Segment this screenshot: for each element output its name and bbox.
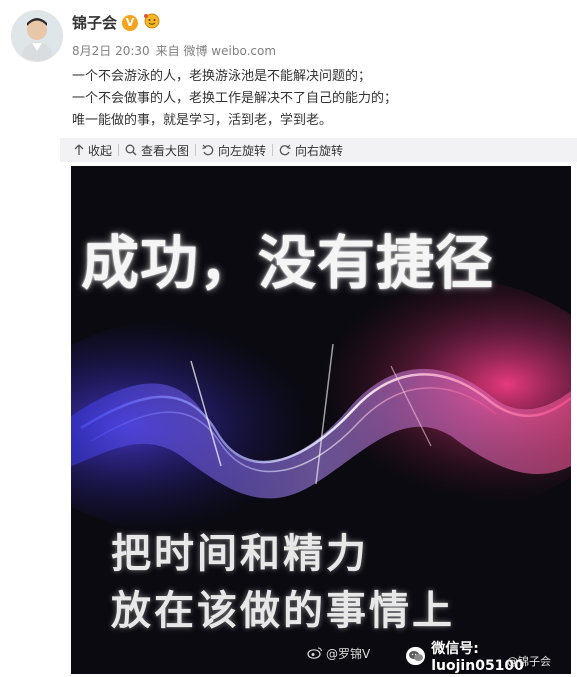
weibo-watermark-text: @罗锦V <box>326 647 371 661</box>
view-large-label: 查看大图 <box>141 143 190 158</box>
weibo-post: 锦子会 V 8月2日 20:30 来自 微博 weibo.com 一个不会游泳的… <box>0 0 577 677</box>
view-large-button[interactable]: 查看大图 <box>119 142 195 159</box>
weibo-logo-icon <box>307 646 323 662</box>
rotate-right-button[interactable]: 向右旋转 <box>273 142 349 159</box>
verified-badge-icon: V <box>122 14 139 31</box>
collapse-icon <box>74 144 84 156</box>
rotate-right-label: 向右旋转 <box>295 143 344 158</box>
collapse-label: 收起 <box>88 143 113 158</box>
post-image[interactable]: 成功，没有捷径 把时间和精力 放在该做的事情上 @罗锦V 微信号: luojin… <box>71 166 571 674</box>
author-name[interactable]: 锦子会 <box>72 12 117 33</box>
post-text: 一个不会游泳的人，老换游泳池是不能解决问题的； 一个不会做事的人，老换工作是解决… <box>72 66 552 132</box>
avatar[interactable] <box>11 10 63 62</box>
post-line: 一个不会游泳的人，老换游泳池是不能解决问题的； <box>72 69 372 84</box>
collapse-button[interactable]: 收起 <box>68 142 118 159</box>
post-meta: 8月2日 20:30 来自 微博 weibo.com <box>72 42 276 59</box>
magnifier-icon <box>125 144 137 156</box>
weibo-watermark: @罗锦V <box>307 645 370 662</box>
post-source[interactable]: 来自 微博 weibo.com <box>156 42 276 59</box>
post-date[interactable]: 8月2日 20:30 <box>72 42 150 59</box>
rotate-left-icon <box>202 144 214 156</box>
image-subline-2: 放在该做的事情上 <box>111 588 455 634</box>
post-line: 一个不会做事的人，老换工作是解决不了自己的能力的； <box>72 91 398 106</box>
image-headline: 成功，没有捷径 <box>81 229 495 297</box>
image-toolbar: 收起 查看大图 向左旋转 向右旋转 <box>60 138 577 162</box>
wechat-logo-icon <box>406 647 426 665</box>
handle-watermark: @锦子会 <box>507 655 551 668</box>
rotate-left-label: 向左旋转 <box>218 143 267 158</box>
author-row: 锦子会 V <box>72 12 161 33</box>
emoji-badge-icon <box>143 13 161 33</box>
image-subline-1: 把时间和精力 <box>111 531 369 577</box>
post-line: 唯一能做的事，就是学习，活到老，学到老。 <box>72 113 333 128</box>
rotate-left-button[interactable]: 向左旋转 <box>196 142 272 159</box>
rotate-right-icon <box>279 144 291 156</box>
